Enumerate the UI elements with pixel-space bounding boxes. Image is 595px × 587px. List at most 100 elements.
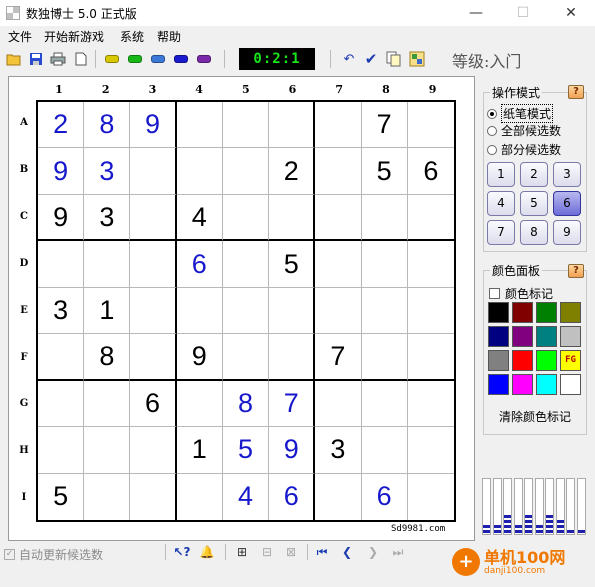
print-icon[interactable] <box>49 50 67 68</box>
minimize-button[interactable]: — <box>453 0 499 26</box>
light-blue-marker-icon[interactable] <box>151 55 165 63</box>
color-swatch[interactable] <box>488 326 509 347</box>
sudoku-cell[interactable] <box>315 194 362 242</box>
sudoku-cell[interactable] <box>38 241 85 288</box>
color-swatch[interactable] <box>560 302 581 323</box>
menu-help[interactable]: 帮助 <box>157 28 181 45</box>
color-help-button[interactable]: ? <box>568 264 584 278</box>
mode-radio-partial-candidates[interactable]: 部分候选数 <box>487 141 561 158</box>
color-swatch[interactable] <box>512 374 533 395</box>
fg-color-swatch[interactable]: FG <box>560 350 581 371</box>
last-step-icon[interactable]: ⏭ <box>389 544 407 560</box>
mode-help-button[interactable]: ? <box>568 85 584 99</box>
sudoku-cell[interactable] <box>361 194 408 242</box>
branch-icon[interactable]: ⊟ <box>258 544 276 560</box>
open-folder-icon[interactable] <box>5 50 23 68</box>
color-swatch[interactable] <box>488 350 509 371</box>
color-swatch[interactable] <box>488 374 509 395</box>
sudoku-cell[interactable] <box>315 287 362 335</box>
clear-color-marks-button[interactable]: 清除颜色标记 <box>487 408 583 425</box>
color-mark-checkbox[interactable]: 颜色标记 <box>489 285 553 302</box>
sudoku-cell[interactable]: 8 <box>84 102 131 149</box>
purple-marker-icon[interactable] <box>197 55 211 63</box>
sudoku-cell[interactable] <box>130 473 177 520</box>
color-swatch[interactable] <box>488 302 509 323</box>
sudoku-cell[interactable]: 7 <box>361 102 408 149</box>
sudoku-cell[interactable] <box>269 287 316 335</box>
sudoku-cell[interactable] <box>130 241 177 288</box>
sudoku-cell[interactable] <box>315 473 362 520</box>
sudoku-cell[interactable] <box>176 287 223 335</box>
sudoku-cell[interactable] <box>176 380 223 428</box>
sudoku-cell[interactable] <box>361 427 408 474</box>
number-button-4[interactable]: 4 <box>487 191 515 216</box>
color-swatch[interactable] <box>536 350 557 371</box>
sudoku-cell[interactable] <box>315 102 362 149</box>
sudoku-cell[interactable]: 8 <box>222 380 270 428</box>
color-swatch[interactable] <box>560 374 581 395</box>
sudoku-cell[interactable] <box>361 334 408 381</box>
color-swatch[interactable] <box>512 326 533 347</box>
number-button-8[interactable]: 8 <box>520 220 548 245</box>
sudoku-cell[interactable]: 4 <box>223 473 270 520</box>
mode-radio-all-candidates[interactable]: 全部候选数 <box>487 122 561 139</box>
sudoku-cell[interactable] <box>222 287 270 335</box>
number-button-9[interactable]: 9 <box>553 220 581 245</box>
sudoku-cell[interactable]: 5 <box>38 473 85 520</box>
sudoku-cell[interactable] <box>38 427 85 474</box>
sudoku-cell[interactable] <box>408 474 454 520</box>
sudoku-cell[interactable] <box>407 381 454 428</box>
sudoku-cell[interactable]: 1 <box>176 427 223 474</box>
sudoku-cell[interactable] <box>130 427 177 474</box>
sudoku-cell[interactable]: 5 <box>361 148 408 195</box>
hint-icon[interactable]: ↖? <box>173 544 191 560</box>
image-icon[interactable] <box>408 50 426 68</box>
sudoku-cell[interactable]: 6 <box>362 473 408 520</box>
bell-icon[interactable]: 🔔 <box>198 544 216 560</box>
number-button-6[interactable]: 6 <box>553 191 581 216</box>
sudoku-cell[interactable]: 2 <box>269 148 316 195</box>
sudoku-cell[interactable]: 3 <box>84 194 131 242</box>
sudoku-cell[interactable] <box>269 194 316 242</box>
color-swatch[interactable] <box>536 302 557 323</box>
menu-new-game[interactable]: 开始新游戏 <box>44 28 104 45</box>
sudoku-cell[interactable] <box>407 334 454 381</box>
sudoku-cell[interactable] <box>407 195 454 242</box>
sudoku-cell[interactable]: 3 <box>315 427 362 474</box>
sudoku-cell[interactable]: 9 <box>269 427 316 474</box>
sudoku-cell[interactable]: 9 <box>176 334 223 381</box>
sudoku-cell[interactable]: 7 <box>269 380 316 428</box>
sudoku-cell[interactable] <box>407 241 454 288</box>
color-swatch[interactable] <box>536 374 557 395</box>
sudoku-cell[interactable] <box>315 148 362 195</box>
color-swatch[interactable] <box>512 302 533 323</box>
color-swatch[interactable] <box>560 326 581 347</box>
check-icon[interactable]: ✔ <box>362 50 380 68</box>
save-icon[interactable] <box>27 50 45 68</box>
sudoku-cell[interactable] <box>38 380 85 428</box>
sudoku-cell[interactable]: 5 <box>222 427 270 474</box>
number-button-5[interactable]: 5 <box>520 191 548 216</box>
sudoku-cell[interactable] <box>269 102 316 149</box>
number-button-7[interactable]: 7 <box>487 220 515 245</box>
menu-file[interactable]: 文件 <box>8 28 32 45</box>
sudoku-cell[interactable]: 7 <box>315 334 362 381</box>
sudoku-cell[interactable]: 8 <box>84 334 131 381</box>
yellow-marker-icon[interactable] <box>105 55 119 63</box>
sudoku-cell[interactable] <box>269 334 316 381</box>
sudoku-cell[interactable] <box>84 241 131 288</box>
sudoku-cell[interactable]: 6 <box>269 473 316 520</box>
sudoku-cell[interactable] <box>130 287 177 335</box>
undo-icon[interactable]: ↶ <box>340 50 358 68</box>
sudoku-cell[interactable] <box>315 380 362 428</box>
sudoku-cell[interactable] <box>84 427 131 474</box>
sudoku-cell[interactable] <box>222 334 270 381</box>
sudoku-cell[interactable]: 9 <box>38 194 85 242</box>
maximize-button[interactable]: ☐ <box>500 0 546 26</box>
sudoku-cell[interactable] <box>361 287 408 335</box>
color-swatch[interactable] <box>536 326 557 347</box>
sudoku-cell[interactable] <box>38 334 85 381</box>
sudoku-cell[interactable]: 3 <box>84 148 131 195</box>
sudoku-cell[interactable] <box>84 473 131 520</box>
sudoku-cell[interactable] <box>130 194 177 242</box>
